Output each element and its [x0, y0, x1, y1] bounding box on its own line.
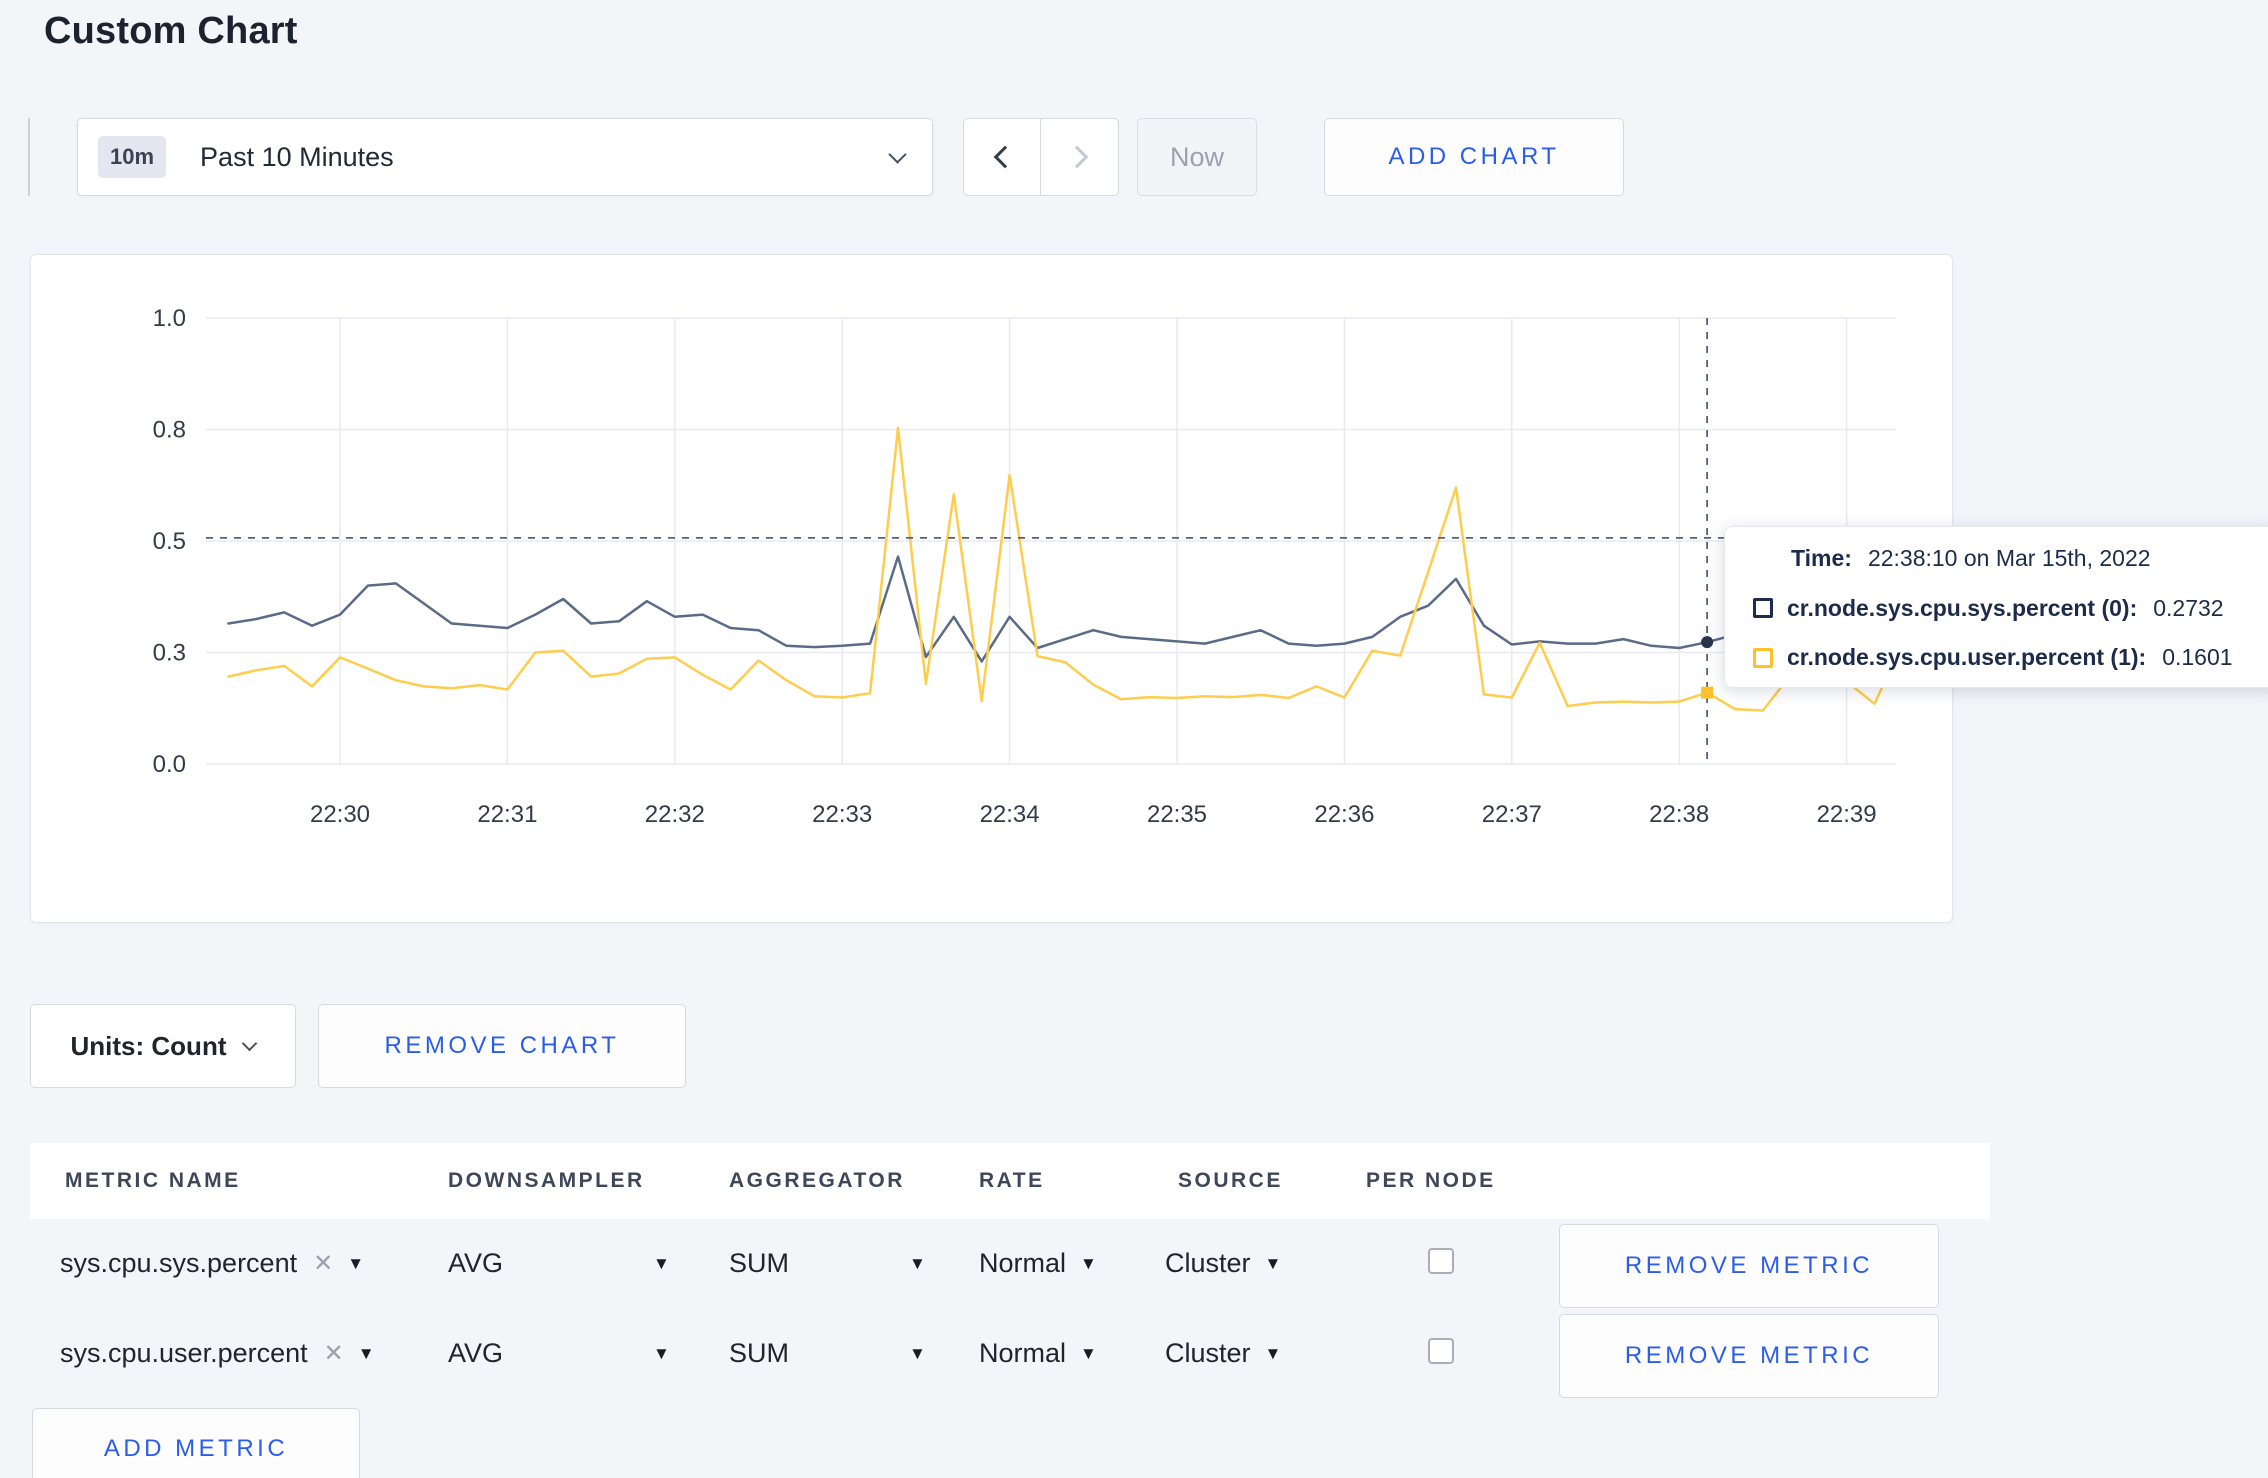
metric-name-label: sys.cpu.user.percent	[60, 1338, 308, 1368]
svg-text:0.3: 0.3	[153, 640, 186, 667]
svg-text:0.0: 0.0	[153, 751, 186, 778]
rate-value: Normal	[979, 1248, 1067, 1278]
units-dropdown[interactable]: Units: Count	[30, 1004, 296, 1088]
caret-down-icon: ▼	[1264, 1253, 1282, 1273]
downsampler-value: AVG	[448, 1248, 504, 1278]
col-header-source: SOURCE	[1178, 1169, 1283, 1192]
add-metric-button[interactable]: ADD METRIC	[32, 1408, 360, 1478]
svg-text:22:36: 22:36	[1314, 801, 1374, 828]
svg-text:22:38: 22:38	[1649, 801, 1709, 828]
aggregator-select[interactable]: SUM ▼	[729, 1338, 926, 1369]
per-node-checkbox[interactable]	[1428, 1338, 1454, 1364]
downsampler-value: AVG	[448, 1338, 504, 1368]
remove-metric-button[interactable]: REMOVE METRIC	[1559, 1314, 1939, 1398]
col-header-aggregator: AGGREGATOR	[729, 1169, 905, 1192]
caret-down-icon: ▼	[653, 1253, 670, 1273]
caret-down-icon: ▼	[1080, 1253, 1097, 1273]
rate-value: Normal	[979, 1338, 1067, 1368]
aggregator-select[interactable]: SUM ▼	[729, 1248, 926, 1279]
caret-down-icon: ▼	[1264, 1343, 1282, 1363]
user-series-swatch-icon	[1753, 647, 1773, 668]
aggregator-value: SUM	[729, 1338, 789, 1368]
add-chart-button[interactable]: ADD CHART	[1324, 118, 1624, 196]
sys-series-swatch-icon	[1753, 598, 1773, 618]
chart-tooltip: Time: 22:38:10 on Mar 15th, 2022 cr.node…	[1724, 526, 2268, 688]
per-node-checkbox[interactable]	[1428, 1248, 1454, 1274]
svg-text:22:37: 22:37	[1482, 801, 1542, 828]
now-button-label: Now	[1169, 141, 1224, 172]
remove-metric-x-icon[interactable]: ✕	[313, 1249, 333, 1278]
svg-text:22:35: 22:35	[1147, 801, 1207, 828]
caret-down-icon: ▼	[909, 1253, 926, 1273]
caret-down-icon: ▼	[909, 1343, 926, 1363]
time-range-badge: 10m	[98, 136, 167, 178]
rate-select[interactable]: Normal ▼	[979, 1338, 1097, 1369]
downsampler-select[interactable]: AVG ▼	[448, 1248, 670, 1279]
caret-down-icon: ▼	[653, 1343, 670, 1363]
time-range-dropdown[interactable]: 10m Past 10 Minutes	[77, 118, 933, 196]
source-select[interactable]: Cluster ▼	[1165, 1248, 1281, 1279]
remove-metric-x-icon[interactable]: ✕	[324, 1339, 344, 1368]
source-value: Cluster	[1165, 1338, 1251, 1368]
col-header-per-node: PER NODE	[1366, 1169, 1496, 1192]
col-header-metric-name: METRIC NAME	[65, 1169, 241, 1192]
aggregator-value: SUM	[729, 1248, 789, 1278]
chart-card: 0.0 0.3 0.5 0.8 1.0 22:30 22:31 22:32 22:33 22:34…	[30, 254, 1953, 923]
tooltip-series-value: 0.1601	[2162, 644, 2233, 670]
metric-name-dropdown[interactable]: sys.cpu.sys.percent ✕ ▼	[60, 1248, 364, 1279]
chevron-right-icon	[1065, 145, 1088, 169]
metric-name-label: sys.cpu.sys.percent	[60, 1248, 298, 1278]
now-button[interactable]: Now	[1137, 118, 1257, 196]
tooltip-series-name: cr.node.sys.cpu.sys.percent (0):	[1787, 594, 2138, 621]
units-label: Units: Count	[70, 1030, 227, 1061]
timeseries-chart[interactable]: 0.0 0.3 0.5 0.8 1.0 22:30 22:31 22:32 22:33 22:34…	[31, 255, 1952, 922]
tooltip-time-row: Time: 22:38:10 on Mar 15th, 2022	[1753, 545, 2259, 572]
svg-text:22:33: 22:33	[812, 801, 872, 828]
tooltip-series-row: cr.node.sys.cpu.sys.percent (0): 0.2732	[1753, 595, 2259, 622]
page-title: Custom Chart	[44, 10, 298, 52]
chevron-left-icon	[993, 145, 1017, 169]
chevron-down-icon	[888, 144, 907, 164]
chevron-down-icon	[242, 1035, 258, 1052]
source-value: Cluster	[1165, 1248, 1251, 1278]
tooltip-series-name: cr.node.sys.cpu.user.percent (1):	[1787, 644, 2147, 670]
tooltip-time-label: Time:	[1791, 545, 1852, 571]
caret-down-icon: ▼	[357, 1343, 375, 1363]
remove-chart-button[interactable]: REMOVE CHART	[318, 1004, 686, 1088]
svg-text:1.0: 1.0	[153, 305, 186, 332]
tooltip-series-row: cr.node.sys.cpu.user.percent (1): 0.1601	[1753, 644, 2259, 671]
remove-metric-button[interactable]: REMOVE METRIC	[1559, 1224, 1939, 1308]
caret-down-icon: ▼	[1080, 1343, 1097, 1363]
next-range-button[interactable]	[1041, 119, 1118, 195]
time-range-label: Past 10 Minutes	[200, 141, 394, 172]
metrics-table-header: METRIC NAME DOWNSAMPLER AGGREGATOR RATE …	[30, 1143, 1990, 1219]
toolbar-divider	[28, 118, 30, 196]
svg-text:22:34: 22:34	[980, 801, 1040, 828]
col-header-downsampler: DOWNSAMPLER	[448, 1169, 645, 1192]
svg-text:22:30: 22:30	[310, 801, 370, 828]
svg-text:22:31: 22:31	[477, 801, 537, 828]
time-range-nav	[963, 118, 1119, 196]
caret-down-icon: ▼	[347, 1253, 365, 1273]
downsampler-select[interactable]: AVG ▼	[448, 1338, 670, 1369]
source-select[interactable]: Cluster ▼	[1165, 1338, 1281, 1369]
svg-text:22:39: 22:39	[1817, 801, 1877, 828]
col-header-rate: RATE	[979, 1169, 1045, 1192]
prev-range-button[interactable]	[964, 119, 1041, 195]
rate-select[interactable]: Normal ▼	[979, 1248, 1097, 1279]
svg-text:0.5: 0.5	[153, 528, 186, 555]
svg-text:22:32: 22:32	[645, 801, 705, 828]
metric-name-dropdown[interactable]: sys.cpu.user.percent ✕ ▼	[60, 1338, 375, 1369]
tooltip-series-value: 0.2732	[2153, 594, 2224, 621]
svg-text:0.8: 0.8	[153, 417, 186, 444]
tooltip-time-value: 22:38:10 on Mar 15th, 2022	[1867, 545, 2151, 571]
